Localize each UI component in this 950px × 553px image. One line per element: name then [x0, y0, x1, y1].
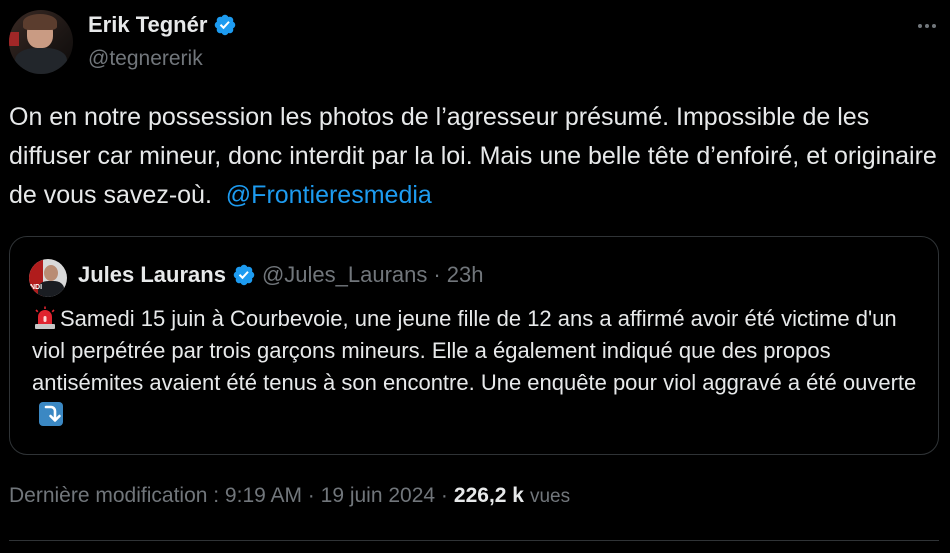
divider: [9, 540, 939, 541]
author-name-row: Erik Tegnér: [88, 12, 237, 38]
quoted-header: Jules Laurans @Jules_Laurans · 23h: [78, 262, 483, 288]
avatar-hair: [23, 14, 57, 30]
arrow-down-right-icon: [39, 402, 63, 426]
verified-badge-icon[interactable]: [213, 13, 237, 37]
quoted-avatar-logo-text: NDI: [30, 284, 43, 291]
avatar-body: [15, 48, 67, 74]
quoted-verified-badge-icon: [233, 264, 255, 286]
author-display-name[interactable]: Erik Tegnér: [88, 12, 207, 38]
quoted-handle[interactable]: @Jules_Laurans: [262, 262, 427, 288]
quoted-body: Samedi 15 juin à Courbevoie, une jeune f…: [32, 306, 917, 395]
tweet-body: On en notre possession les photos de l’a…: [9, 103, 944, 209]
views-count: 226,2 k: [453, 484, 524, 507]
views-label: vues: [529, 486, 571, 507]
quoted-timestamp[interactable]: 23h: [447, 262, 484, 288]
more-options-icon[interactable]: [912, 14, 942, 38]
quoted-display-name[interactable]: Jules Laurans: [78, 262, 226, 288]
timestamp-label[interactable]: Dernière modification : 9:19 AM · 19 jui…: [9, 484, 448, 508]
dot: [925, 24, 929, 28]
mention-link[interactable]: @Frontieresmedia: [226, 181, 432, 209]
quoted-text: Samedi 15 juin à Courbevoie, une jeune f…: [32, 303, 927, 431]
dot: [918, 24, 922, 28]
quoted-author-avatar[interactable]: NDI: [29, 259, 67, 297]
quoted-tweet[interactable]: NDI Jules Laurans @Jules_Laurans · 23h S…: [9, 236, 939, 455]
avatar-background: [9, 32, 19, 46]
tweet: Erik Tegnér @tegnererik On en notre poss…: [0, 0, 950, 553]
quoted-separator: ·: [433, 262, 441, 287]
author-handle[interactable]: @tegnererik: [88, 47, 203, 71]
tweet-text: On en notre possession les photos de l’a…: [9, 98, 939, 215]
dot: [932, 24, 936, 28]
tweet-metadata: Dernière modification : 9:19 AM · 19 jui…: [9, 484, 570, 508]
police-siren-icon: [35, 306, 55, 329]
author-avatar[interactable]: [9, 10, 73, 74]
